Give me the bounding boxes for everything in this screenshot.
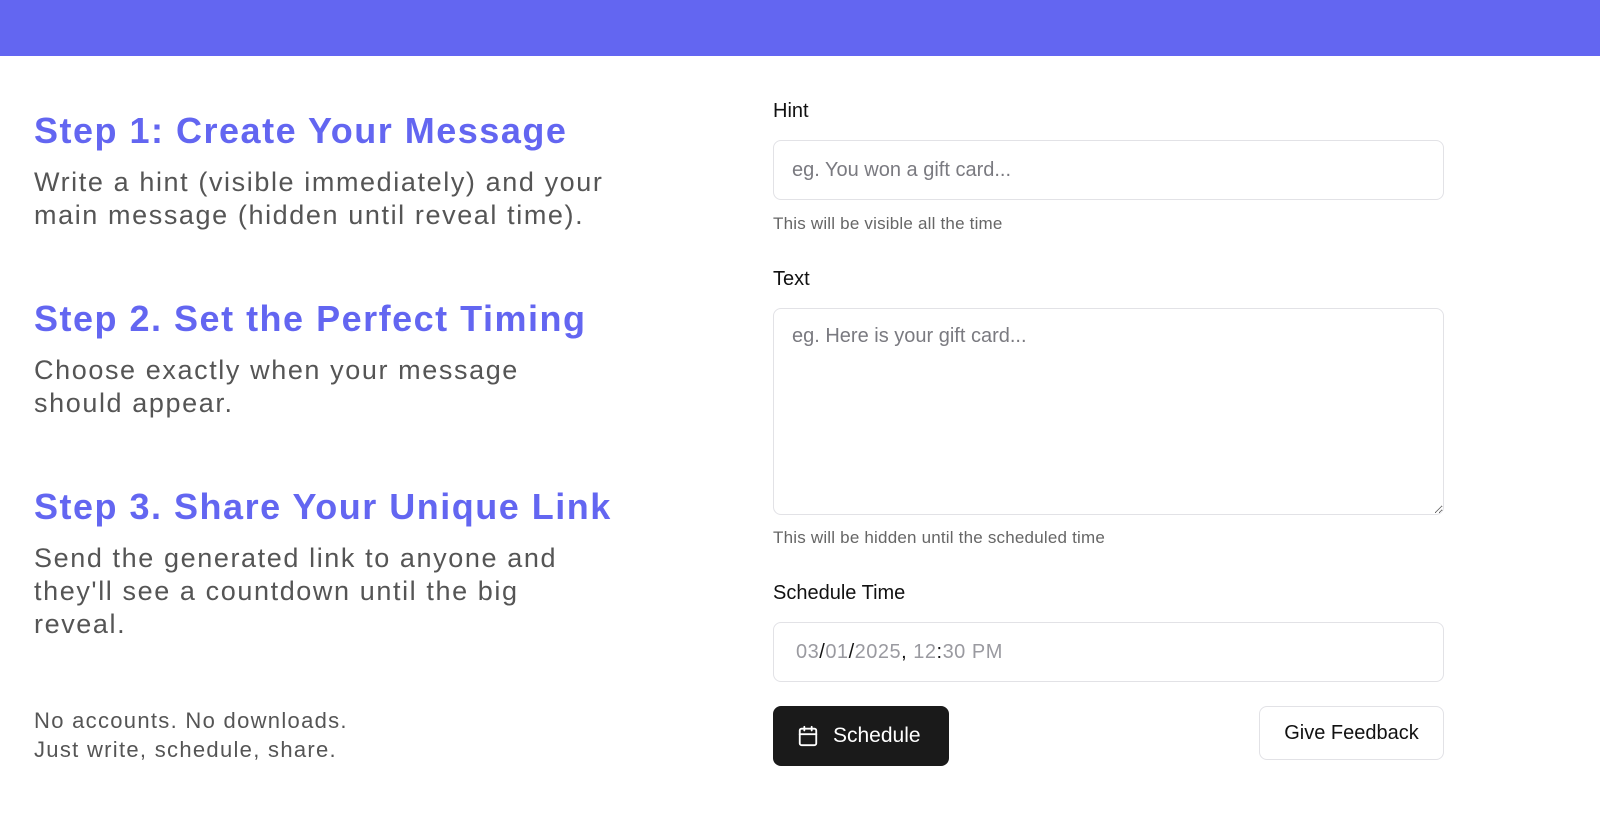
month-segment[interactable]: 03 <box>796 641 819 664</box>
minute-segment[interactable]: 30 <box>943 641 966 664</box>
hour-segment[interactable]: 12 <box>913 641 936 664</box>
day-segment[interactable]: 01 <box>825 641 848 664</box>
hint-label: Hint <box>773 100 809 122</box>
schedule-button[interactable]: Schedule <box>773 706 949 766</box>
hint-input[interactable] <box>773 140 1444 200</box>
ampm-segment[interactable]: PM <box>972 641 1003 664</box>
step-2: Step 2. Set the Perfect Timing Choose ex… <box>34 298 586 420</box>
text-textarea[interactable] <box>773 308 1444 515</box>
hint-help-text: This will be visible all the time <box>773 214 1003 233</box>
step-2-title: Step 2. Set the Perfect Timing <box>34 298 587 339</box>
year-segment[interactable]: 2025 <box>855 641 902 664</box>
step-3-description: Send the generated link to anyone and th… <box>34 543 558 639</box>
footer-note-line-1: No accounts. No downloads. <box>34 708 348 733</box>
step-3-title: Step 3. Share Your Unique Link <box>34 486 612 527</box>
schedule-button-label: Schedule <box>833 724 921 747</box>
text-label: Text <box>773 268 810 290</box>
step-1-description: Write a hint (visible immediately) and y… <box>34 167 604 230</box>
footer-note-line-2: Just write, schedule, share. <box>34 737 337 762</box>
give-feedback-button[interactable]: Give Feedback <box>1259 706 1444 760</box>
step-1: Step 1: Create Your Message Write a hint… <box>34 110 644 232</box>
text-help-text: This will be hidden until the scheduled … <box>773 528 1105 547</box>
step-2-description: Choose exactly when your message should … <box>34 355 519 418</box>
step-3: Step 3. Share Your Unique Link Send the … <box>34 486 614 641</box>
step-1-title: Step 1: Create Your Message <box>34 110 568 151</box>
calendar-icon <box>798 725 818 747</box>
schedule-time-input[interactable]: 03/01/2025, 12:30 PM <box>773 622 1444 682</box>
footer-note: No accounts. No downloads. Just write, s… <box>34 706 348 764</box>
schedule-time-label: Schedule Time <box>773 582 906 604</box>
top-bar <box>0 0 1600 56</box>
